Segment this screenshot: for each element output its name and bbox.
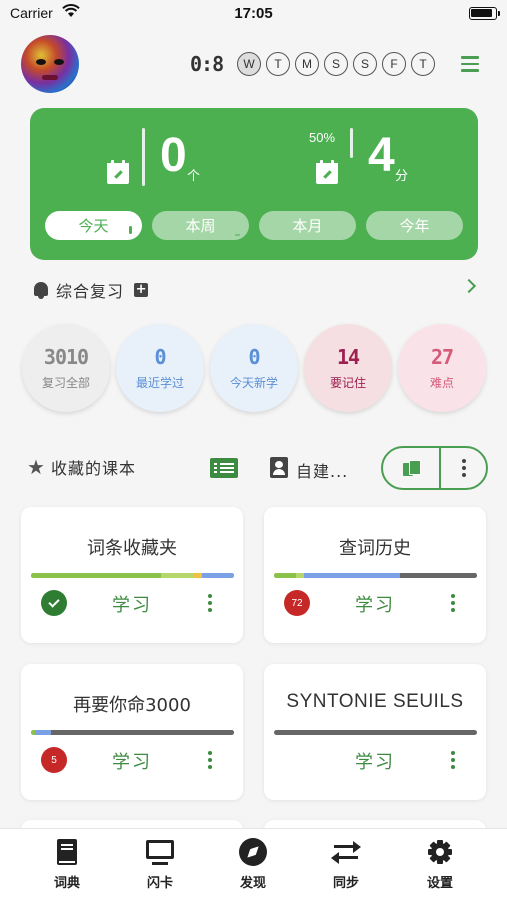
tab-label: 发现: [239, 876, 266, 891]
review-difficult-button[interactable]: 27 难点: [398, 324, 486, 412]
contact-book-icon[interactable]: [270, 457, 288, 478]
monitor-icon: [145, 837, 175, 867]
review-header: 综合复习 +: [32, 278, 149, 302]
weekday-circle: M: [295, 52, 319, 76]
gear-icon: [425, 837, 455, 867]
tab-flashcards[interactable]: 闪卡: [130, 837, 190, 891]
weekday-circle: T: [266, 52, 290, 76]
bell-icon: [32, 280, 50, 300]
weekday-tracker: W T M S S F T: [237, 52, 435, 76]
progress-bar: [31, 573, 234, 578]
weekday-circle: S: [353, 52, 377, 76]
book-icon: [52, 837, 82, 867]
chevron-right-icon[interactable]: [461, 278, 477, 294]
review-recent-button[interactable]: 0 最近学过: [116, 324, 204, 412]
period-tab-label: 本周: [185, 217, 216, 235]
tab-sync[interactable]: 同步: [316, 837, 376, 891]
weekday-circle: W: [237, 52, 261, 76]
favorites-header: ★ 收藏的课本: [27, 455, 136, 479]
copy-icon: [403, 460, 421, 476]
minutes-unit: 分: [395, 169, 409, 184]
review-title: 综合复习: [56, 282, 125, 301]
period-tab-week[interactable]: 本周: [152, 211, 249, 240]
hamburger-menu-icon[interactable]: [461, 56, 479, 72]
card-more-icon[interactable]: [208, 751, 212, 769]
bottom-tab-bar: 词典 闪卡 发现 同步 设置: [0, 828, 507, 900]
battery-icon: [469, 7, 500, 20]
review-count: 14: [336, 345, 360, 369]
review-label: 复习全部: [41, 376, 90, 390]
review-today-new-button[interactable]: 0 今天新学: [210, 324, 298, 412]
period-tab-label: 本月: [292, 217, 323, 235]
avatar[interactable]: [21, 35, 79, 93]
period-tab-label: 今天: [78, 217, 109, 235]
period-tab-month[interactable]: 本月: [259, 211, 356, 240]
review-count: 27: [430, 345, 454, 369]
progress-percent: 50%: [309, 130, 336, 145]
compass-icon: [238, 837, 268, 867]
custom-books-label[interactable]: 自建...: [296, 458, 348, 482]
review-memorize-button[interactable]: 14 要记住: [304, 324, 392, 412]
progress-bar: [31, 730, 234, 735]
tab-discover[interactable]: 发现: [223, 837, 283, 891]
book-title: 再要你命3000: [73, 695, 191, 716]
card-more-icon[interactable]: [451, 594, 455, 612]
status-time: 17:05: [234, 5, 273, 22]
more-vertical-icon: [461, 459, 466, 477]
book-title: SYNTONIE SEUILS: [286, 691, 464, 712]
streak-counter: 0:8: [190, 52, 224, 76]
review-label: 难点: [429, 376, 454, 390]
book-title: 词条收藏夹: [87, 538, 177, 559]
period-tab-label: 今年: [399, 217, 430, 235]
review-label: 要记住: [329, 376, 366, 390]
star-icon: ★: [27, 455, 45, 479]
book-card[interactable]: SYNTONIE SEUILS 学习: [264, 664, 486, 800]
weekday-circle: F: [382, 52, 406, 76]
add-icon[interactable]: +: [134, 283, 149, 297]
book-card[interactable]: 词条收藏夹 学习: [21, 507, 243, 643]
review-categories: 3010 复习全部 0 最近学过 0 今天新学 14 要记住 27 难点: [22, 324, 492, 412]
card-more-icon[interactable]: [208, 594, 212, 612]
card-more-icon[interactable]: [451, 751, 455, 769]
minutes-count: 4: [368, 129, 395, 182]
copy-button[interactable]: [383, 448, 441, 488]
status-bar: Carrier 17:05: [0, 0, 507, 28]
progress-bar: [274, 573, 477, 578]
review-count: 3010: [43, 345, 89, 369]
review-all-button[interactable]: 3010 复习全部: [22, 324, 110, 412]
words-unit: 个: [187, 169, 201, 184]
tab-settings[interactable]: 设置: [410, 837, 470, 891]
tab-label: 词典: [53, 876, 80, 891]
book-title: 查词历史: [339, 538, 411, 559]
weekday-circle: S: [324, 52, 348, 76]
book-card[interactable]: 查词历史 72 学习: [264, 507, 486, 643]
tab-label: 同步: [332, 876, 359, 891]
period-tab-year[interactable]: 今年: [366, 211, 463, 240]
review-count: 0: [154, 345, 166, 369]
tab-label: 闪卡: [146, 876, 173, 891]
review-label: 最近学过: [135, 376, 184, 390]
period-tab-today[interactable]: 今天: [45, 211, 142, 240]
more-button[interactable]: [441, 448, 486, 488]
book-actions: [381, 446, 488, 490]
divider: [142, 128, 145, 186]
calendar-edit-icon: [107, 160, 129, 184]
sync-icon: [331, 837, 361, 867]
book-card[interactable]: 再要你命3000 5 学习: [21, 664, 243, 800]
progress-bar: [274, 730, 477, 735]
list-view-icon[interactable]: [210, 458, 238, 478]
tab-dictionary[interactable]: 词典: [37, 837, 97, 891]
calendar-edit-icon: [316, 160, 338, 184]
weekday-circle: T: [411, 52, 435, 76]
words-count: 0: [160, 129, 187, 182]
review-count: 0: [248, 345, 260, 369]
divider: [350, 128, 353, 158]
favorites-title: 收藏的课本: [50, 459, 136, 478]
tab-label: 设置: [426, 876, 453, 891]
review-label: 今天新学: [229, 376, 278, 390]
